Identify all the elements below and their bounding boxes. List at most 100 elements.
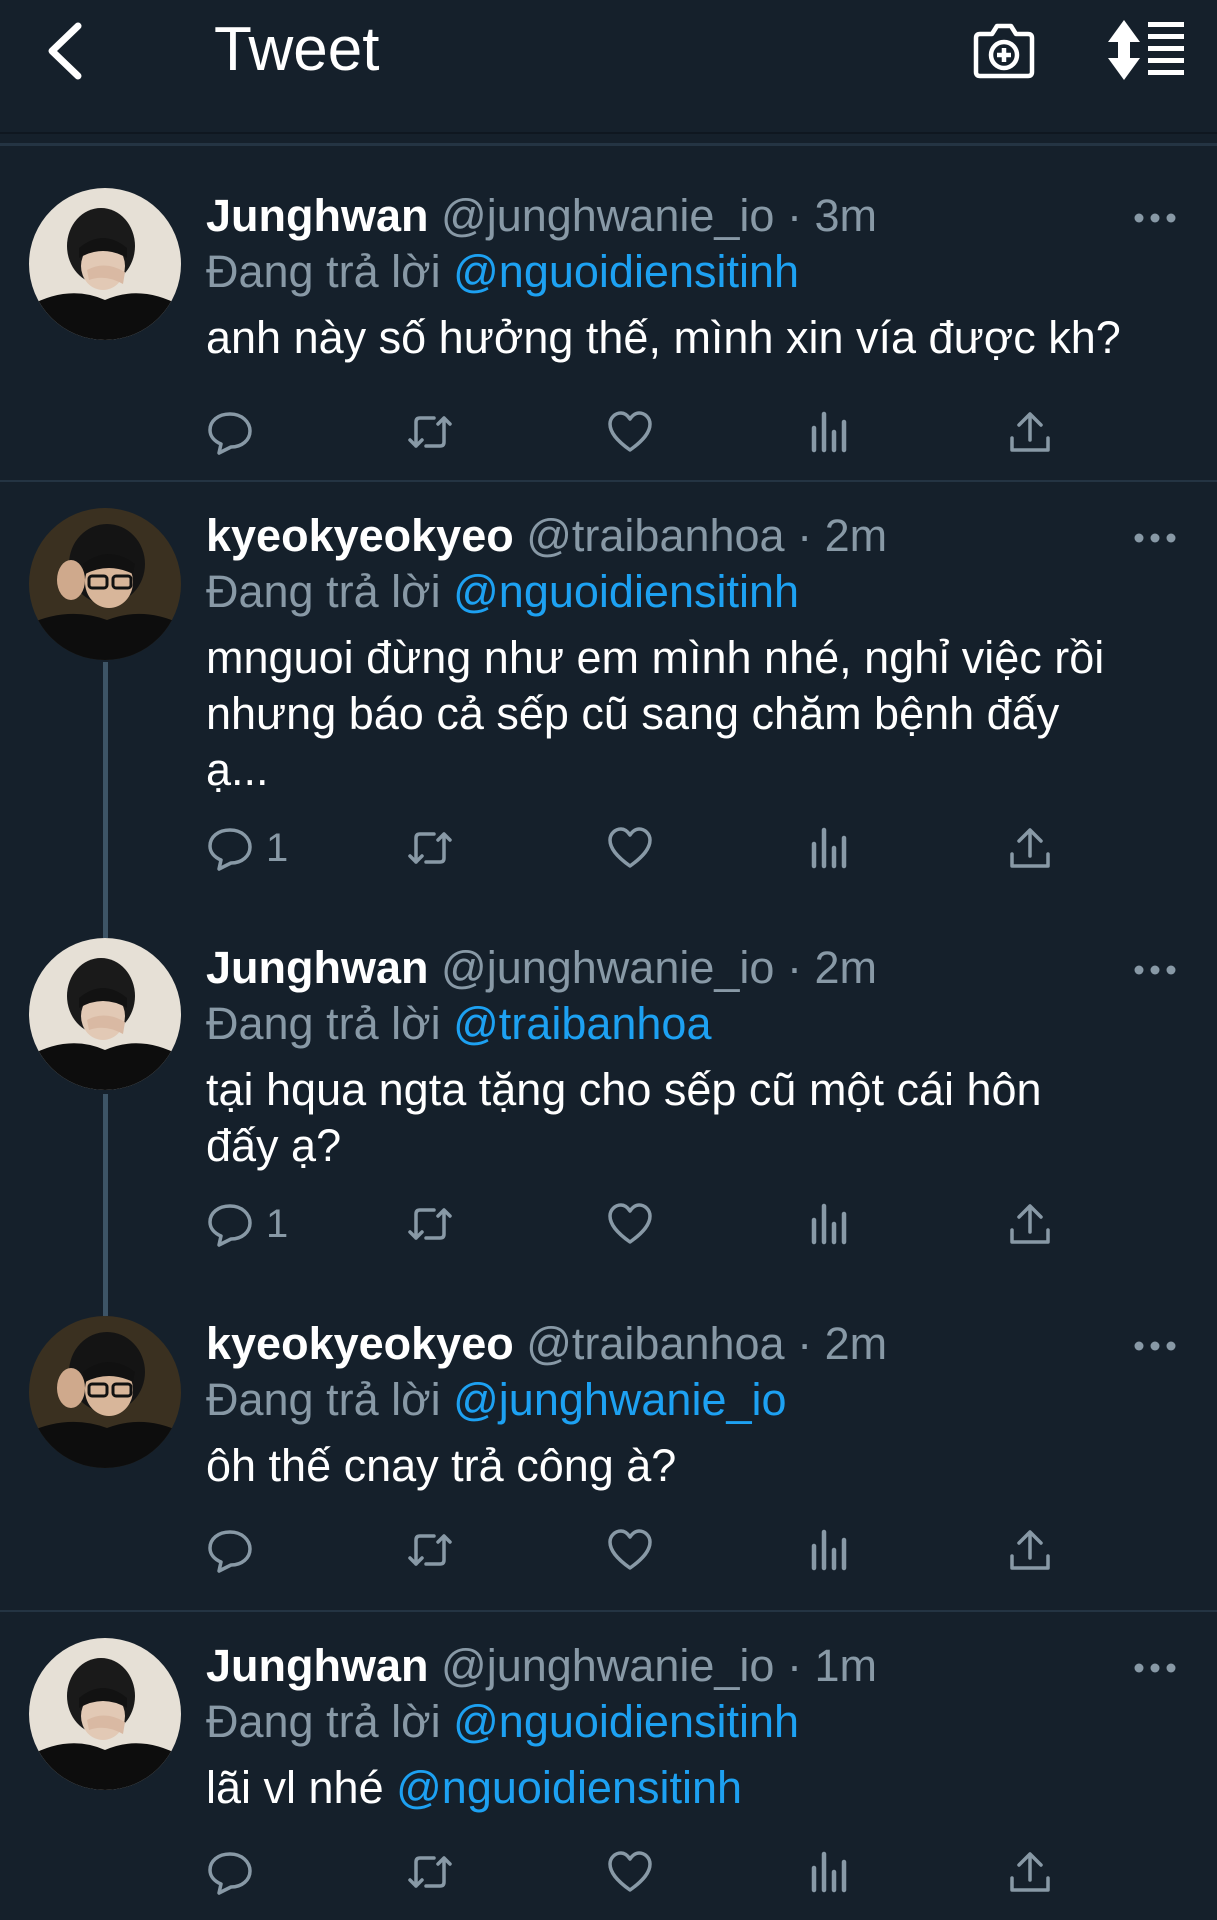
display-name[interactable]: Junghwan bbox=[206, 942, 429, 993]
tweet-header: kyeokyeokyeo @traibanhoa · 2m bbox=[206, 508, 887, 564]
reply-mention[interactable]: @traibanhoa bbox=[453, 998, 711, 1049]
avatar[interactable] bbox=[29, 508, 181, 660]
analytics-button[interactable] bbox=[806, 820, 854, 876]
timestamp[interactable]: 2m bbox=[825, 1318, 888, 1369]
user-handle[interactable]: @junghwanie_io bbox=[441, 190, 774, 241]
tweet[interactable]: Junghwan @junghwanie_io · 2m Đang trả lờ… bbox=[0, 914, 1217, 1290]
analytics-button[interactable] bbox=[806, 404, 854, 460]
avatar[interactable] bbox=[29, 1316, 181, 1468]
more-button[interactable] bbox=[1132, 1658, 1178, 1678]
retweet-button[interactable] bbox=[406, 1196, 454, 1252]
reply-context: Đang trả lời @nguoidiensitinh bbox=[206, 244, 799, 300]
thread-line bbox=[103, 914, 108, 938]
camera-button[interactable] bbox=[972, 18, 1036, 82]
share-button[interactable] bbox=[1006, 1844, 1054, 1900]
reply-label: Đang trả lời bbox=[206, 1374, 441, 1425]
action-bar bbox=[206, 1522, 1086, 1578]
separator-dot: · bbox=[797, 1318, 813, 1369]
timestamp[interactable]: 3m bbox=[814, 190, 877, 241]
reply-mention[interactable]: @nguoidiensitinh bbox=[453, 246, 799, 297]
tweet[interactable]: kyeokyeokyeo @traibanhoa · 2m Đang trả l… bbox=[0, 1290, 1217, 1612]
reply-label: Đang trả lời bbox=[206, 246, 441, 297]
top-bar: Tweet bbox=[0, 0, 1217, 134]
user-handle[interactable]: @junghwanie_io bbox=[441, 942, 774, 993]
tweet[interactable]: kyeokyeokyeo @traibanhoa · 2m Đang trả l… bbox=[0, 482, 1217, 914]
text-mention[interactable]: @nguoidiensitinh bbox=[396, 1762, 742, 1813]
sort-button[interactable] bbox=[1106, 18, 1186, 82]
retweet-button[interactable] bbox=[406, 404, 454, 460]
retweet-button[interactable] bbox=[406, 1844, 454, 1900]
like-button[interactable] bbox=[606, 1196, 654, 1252]
more-button[interactable] bbox=[1132, 1336, 1178, 1356]
user-handle[interactable]: @traibanhoa bbox=[526, 510, 784, 561]
reply-mention[interactable]: @junghwanie_io bbox=[453, 1374, 786, 1425]
share-button[interactable] bbox=[1006, 820, 1054, 876]
tweet-header: Junghwan @junghwanie_io · 3m bbox=[206, 188, 877, 244]
reply-button[interactable] bbox=[206, 1844, 266, 1900]
analytics-button[interactable] bbox=[806, 1196, 854, 1252]
analytics-icon bbox=[811, 827, 847, 869]
reply-button[interactable] bbox=[206, 404, 266, 460]
share-button[interactable] bbox=[1006, 1522, 1054, 1578]
back-button[interactable] bbox=[40, 18, 90, 84]
reply-context: Đang trả lời @junghwanie_io bbox=[206, 1372, 787, 1428]
thread-line bbox=[103, 662, 108, 914]
reply-icon bbox=[208, 828, 252, 871]
like-button[interactable] bbox=[606, 404, 654, 460]
more-button[interactable] bbox=[1132, 528, 1178, 548]
like-button[interactable] bbox=[606, 820, 654, 876]
thread-line bbox=[103, 1094, 108, 1290]
display-name[interactable]: Junghwan bbox=[206, 190, 429, 241]
more-dots-icon bbox=[1134, 965, 1176, 975]
share-button[interactable] bbox=[1006, 1196, 1054, 1252]
thread-line bbox=[103, 1290, 108, 1316]
retweet-icon bbox=[408, 1534, 452, 1566]
reply-count: 1 bbox=[266, 825, 289, 870]
avatar[interactable] bbox=[29, 1638, 181, 1790]
reply-button[interactable] bbox=[206, 1522, 266, 1578]
retweet-button[interactable] bbox=[406, 1522, 454, 1578]
share-button[interactable] bbox=[1006, 404, 1054, 460]
tweet[interactable]: Junghwan @junghwanie_io · 1m Đang trả lờ… bbox=[0, 1612, 1217, 1920]
reply-icon bbox=[208, 1204, 252, 1247]
share-icon bbox=[1010, 1530, 1050, 1570]
more-button[interactable] bbox=[1132, 960, 1178, 980]
heart-icon bbox=[608, 411, 652, 452]
like-button[interactable] bbox=[606, 1522, 654, 1578]
display-name[interactable]: kyeokyeokyeo bbox=[206, 510, 514, 561]
reply-button[interactable]: 1 bbox=[206, 1196, 288, 1252]
timestamp[interactable]: 2m bbox=[825, 510, 888, 561]
retweet-button[interactable] bbox=[406, 820, 454, 876]
page-title: Tweet bbox=[214, 15, 380, 84]
chevron-left-icon bbox=[48, 22, 82, 80]
tweet-header: kyeokyeokyeo @traibanhoa · 2m bbox=[206, 1316, 887, 1372]
reply-mention[interactable]: @nguoidiensitinh bbox=[453, 566, 799, 617]
display-name[interactable]: Junghwan bbox=[206, 1640, 429, 1691]
like-button[interactable] bbox=[606, 1844, 654, 1900]
avatar[interactable] bbox=[29, 938, 181, 1090]
tweet-text-line: nhưng báo cả sếp cũ sang chăm bệnh đấy bbox=[206, 688, 1060, 739]
reply-label: Đang trả lời bbox=[206, 566, 441, 617]
user-handle[interactable]: @traibanhoa bbox=[526, 1318, 784, 1369]
tweet-text-body: lãi vl nhé bbox=[206, 1762, 384, 1813]
tweet[interactable]: Junghwan @junghwanie_io · 3m Đang trả lờ… bbox=[0, 146, 1217, 482]
reply-context: Đang trả lời @nguoidiensitinh bbox=[206, 1694, 799, 1750]
analytics-button[interactable] bbox=[806, 1844, 854, 1900]
analytics-button[interactable] bbox=[806, 1522, 854, 1578]
heart-icon bbox=[608, 827, 652, 868]
separator-dot: · bbox=[786, 942, 802, 993]
avatar[interactable] bbox=[29, 188, 181, 340]
share-icon bbox=[1010, 1204, 1050, 1244]
user-handle[interactable]: @junghwanie_io bbox=[441, 1640, 774, 1691]
reply-button[interactable]: 1 bbox=[206, 820, 288, 876]
reply-mention[interactable]: @nguoidiensitinh bbox=[453, 1696, 799, 1747]
timestamp[interactable]: 1m bbox=[814, 1640, 877, 1691]
tweet-text: ôh thế cnay trả công à? bbox=[206, 1440, 677, 1491]
reply-label: Đang trả lời bbox=[206, 998, 441, 1049]
timestamp[interactable]: 2m bbox=[814, 942, 877, 993]
more-button[interactable] bbox=[1132, 208, 1178, 228]
reply-label: Đang trả lời bbox=[206, 1696, 441, 1747]
display-name[interactable]: kyeokyeokyeo bbox=[206, 1318, 514, 1369]
retweet-icon bbox=[408, 1856, 452, 1888]
tweet-text-line: đấy ạ? bbox=[206, 1120, 342, 1171]
